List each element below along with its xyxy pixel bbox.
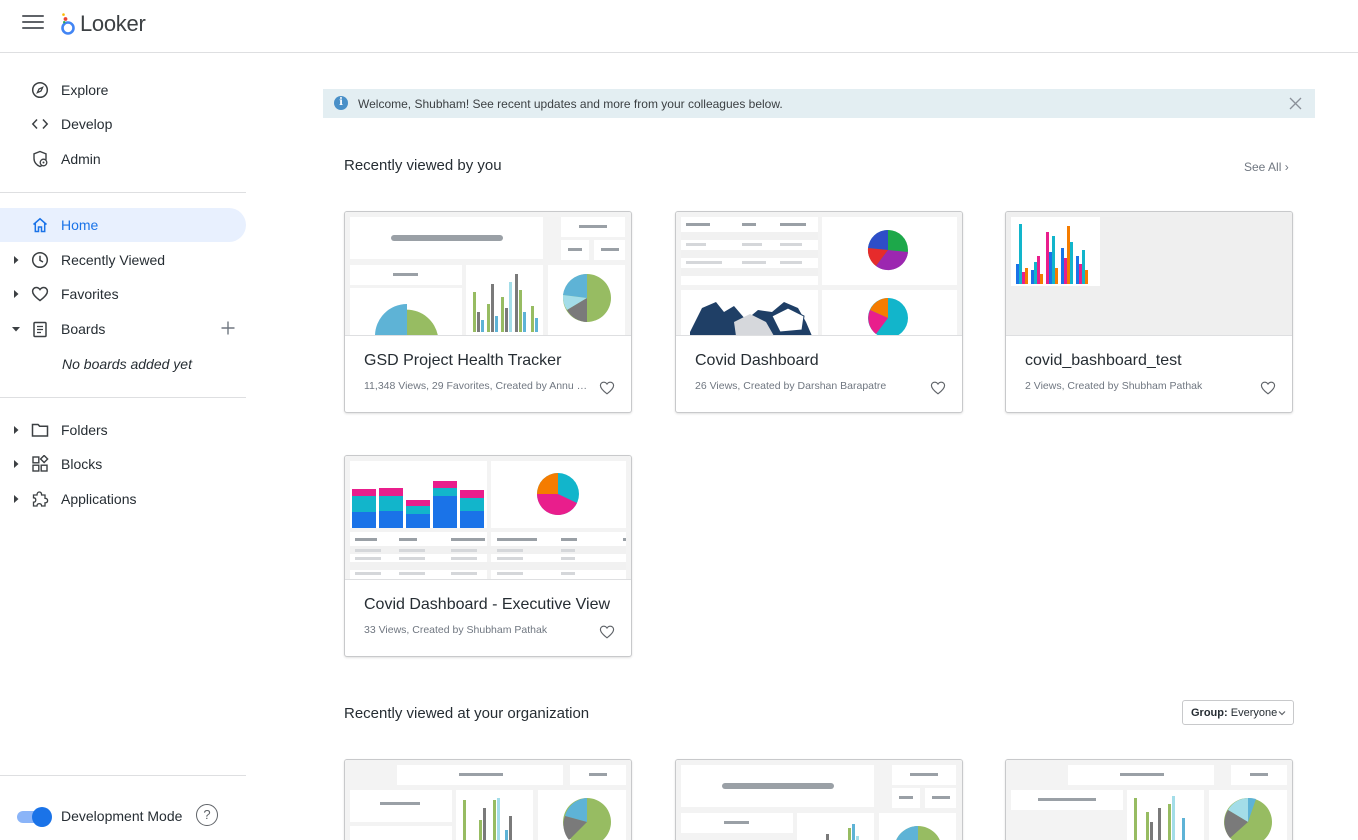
sidebar-item-home[interactable]: Home [0,208,246,242]
welcome-message: Welcome, Shubham! See recent updates and… [358,97,783,111]
caret-right-icon[interactable] [12,289,20,299]
sidebar-item-label: Favorites [61,286,119,302]
sidebar-divider [0,775,246,776]
blocks-icon [32,455,49,472]
dashboard-thumbnail [1006,760,1292,840]
sidebar-item-recently-viewed[interactable]: Recently Viewed [0,243,246,277]
welcome-banner: i Welcome, Shubham! See recent updates a… [323,89,1315,118]
sidebar-item-develop[interactable]: Develop [0,107,246,141]
sidebar-item-favorites[interactable]: Favorites [0,277,246,311]
heart-icon [31,286,49,302]
sidebar-item-label: Home [61,217,99,233]
dashboard-title: Covid Dashboard [695,352,819,369]
dashboard-meta: 33 Views, Created by Shubham Pathak [364,624,548,636]
sidebar: Explore Develop Admin Home Recently View… [0,54,246,840]
dashboard-preview-graphic [350,217,625,335]
dashboard-preview-graphic [681,765,956,840]
dashboard-thumbnail [345,212,631,336]
sidebar-item-label: Admin [61,151,101,167]
dashboard-meta: 26 Views, Created by Darshan Barapatre [695,380,887,392]
sidebar-item-explore[interactable]: Explore [0,73,246,107]
see-all-link[interactable]: See All › [1244,160,1289,174]
recent-section-title: Recently viewed by you [344,157,502,174]
caret-right-icon[interactable] [12,255,20,265]
dashboard-card[interactable] [675,759,963,840]
dashboard-thumbnail [676,760,962,840]
home-icon [33,217,47,233]
sidebar-item-label: Blocks [61,456,103,472]
favorite-heart-icon[interactable] [599,624,615,640]
admin-shield-icon [33,150,48,168]
dashboard-thumbnail [345,456,631,580]
dashboard-thumbnail [1006,212,1292,336]
group-select[interactable]: Group: Everyone [1182,700,1294,725]
add-board-icon[interactable] [220,320,236,336]
no-boards-text: No boards added yet [62,356,192,372]
dashboard-card[interactable] [1005,759,1293,840]
folder-icon [31,423,49,437]
compass-icon [31,81,49,99]
app-title: Looker [80,11,146,36]
dashboard-meta: 2 Views, Created by Shubham Pathak [1025,380,1203,392]
sidebar-divider [0,397,246,398]
org-section-title: Recently viewed at your organization [344,705,590,722]
dashboard-title: covid_bashboard_test [1025,352,1182,369]
sidebar-item-admin[interactable]: Admin [0,142,246,176]
dashboard-card[interactable]: covid_bashboard_test 2 Views, Created by… [1005,211,1293,413]
looker-logo-icon [61,13,75,35]
clipboard-icon [33,321,47,338]
info-icon: i [334,96,348,110]
caret-right-icon[interactable] [12,459,20,469]
help-icon[interactable]: ? [196,804,218,826]
dashboard-thumbnail [345,760,631,840]
sidebar-divider [0,192,246,193]
sidebar-item-blocks[interactable]: Blocks [0,447,246,481]
dashboard-preview-graphic [350,461,626,579]
dashboard-preview-graphic [1011,765,1287,840]
sidebar-item-label: Recently Viewed [61,252,166,268]
favorite-heart-icon[interactable] [599,380,615,396]
sidebar-item-label: Folders [61,422,108,438]
sidebar-item-boards[interactable]: Boards [0,312,246,346]
close-icon[interactable] [1289,97,1302,110]
development-mode-toggle[interactable] [17,807,52,827]
code-icon [31,118,49,130]
sidebar-item-label: Develop [61,116,113,132]
favorite-heart-icon[interactable] [930,380,946,396]
sidebar-item-folders[interactable]: Folders [0,413,246,447]
dashboard-preview-graphic [350,765,626,840]
clock-icon [31,251,49,269]
top-bar: Looker [0,0,1358,53]
menu-icon[interactable] [22,15,44,33]
puzzle-icon [32,491,49,507]
chevron-down-icon [1278,711,1286,716]
dashboard-title: Covid Dashboard - Executive View [364,596,611,613]
dashboard-card[interactable] [344,759,632,840]
caret-down-icon[interactable] [12,324,20,334]
dashboard-card[interactable]: Covid Dashboard 26 Views, Created by Dar… [675,211,963,413]
development-mode-row: Development Mode ? [0,802,246,832]
dashboard-preview-graphic [681,217,957,335]
group-select-prefix: Group: [1191,707,1228,719]
sidebar-item-label: Applications [61,491,137,507]
development-mode-label: Development Mode [61,808,183,824]
looker-logo[interactable]: Looker [60,10,146,38]
dashboard-card[interactable]: GSD Project Health Tracker 11,348 Views,… [344,211,632,413]
caret-right-icon[interactable] [12,425,20,435]
dashboard-preview-graphic [1011,217,1100,286]
sidebar-item-label: Boards [61,321,106,337]
dashboard-thumbnail [676,212,962,336]
dashboard-card[interactable]: Covid Dashboard - Executive View 33 View… [344,455,632,657]
sidebar-item-label: Explore [61,82,109,98]
sidebar-item-applications[interactable]: Applications [0,482,246,516]
group-select-value: Everyone [1230,707,1278,719]
caret-right-icon[interactable] [12,494,20,504]
dashboard-title: GSD Project Health Tracker [364,352,562,369]
favorite-heart-icon[interactable] [1260,380,1276,396]
dashboard-meta: 11,348 Views, 29 Favorites, Created by A… [364,380,589,392]
